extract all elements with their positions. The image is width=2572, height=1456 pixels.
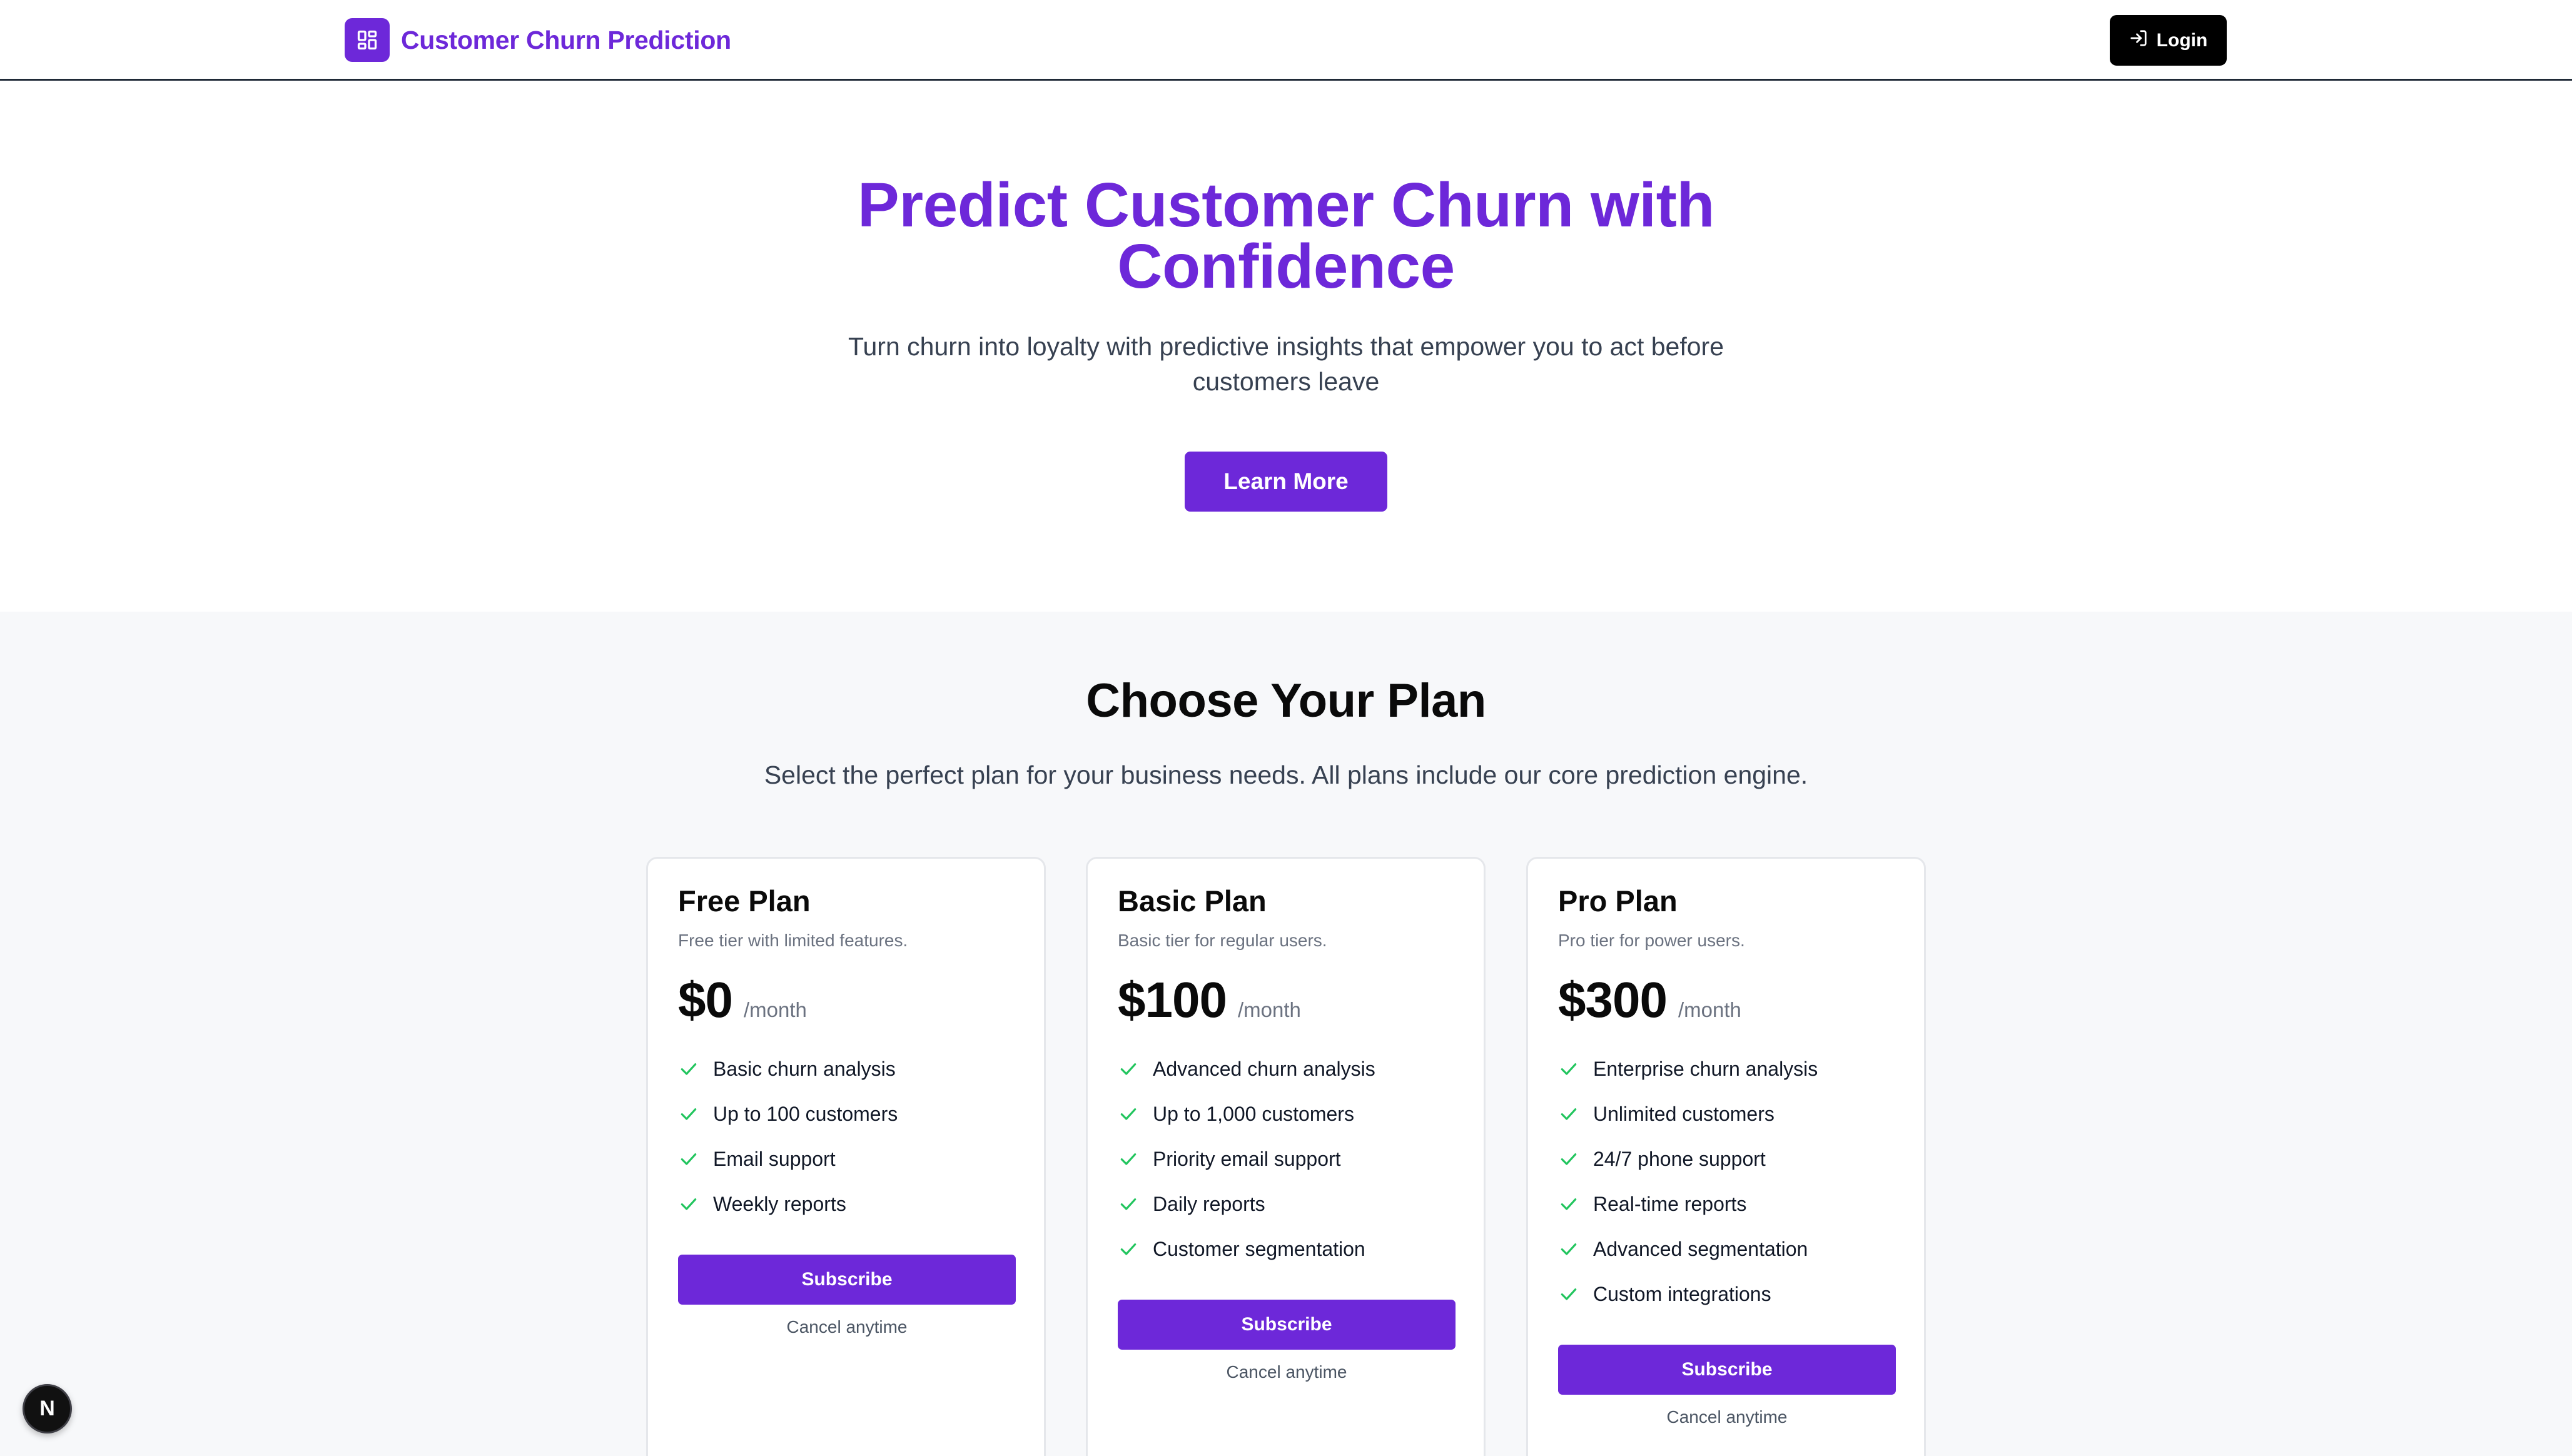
top-navbar: Customer Churn Prediction Login <box>0 0 2572 81</box>
plan-description: Basic tier for regular users. <box>1118 931 1327 950</box>
feature-label: Weekly reports <box>713 1192 846 1215</box>
plan-price: $300 <box>1558 972 1668 1028</box>
plan-period: /month <box>743 998 807 1021</box>
login-label: Login <box>2156 29 2208 51</box>
log-in-icon <box>2129 29 2148 53</box>
feature-label: Advanced churn analysis <box>1153 1057 1375 1080</box>
check-icon <box>678 1103 699 1125</box>
feature-item: Daily reports <box>1118 1181 1375 1226</box>
feature-item: Real-time reports <box>1558 1181 1818 1226</box>
plan-period: /month <box>1237 998 1301 1021</box>
feature-label: Up to 100 customers <box>713 1102 898 1125</box>
feature-label: Daily reports <box>1153 1192 1265 1215</box>
cancel-note: Cancel anytime <box>1226 1362 1347 1382</box>
feature-label: Priority email support <box>1153 1147 1341 1170</box>
feature-item: Basic churn analysis <box>678 1046 898 1091</box>
plan-name: Basic Plan <box>1118 884 1267 918</box>
plan-price: $100 <box>1118 972 1227 1028</box>
dashboard-grid-icon <box>345 18 390 62</box>
check-icon <box>678 1148 699 1170</box>
brand-title: Customer Churn Prediction <box>401 25 731 54</box>
feature-label: Unlimited customers <box>1593 1102 1775 1125</box>
feature-label: Customer segmentation <box>1153 1237 1365 1260</box>
badge-letter: N <box>39 1397 55 1420</box>
feature-item: Advanced churn analysis <box>1118 1046 1375 1091</box>
learn-more-button[interactable]: Learn More <box>1185 452 1387 512</box>
price-row: $100 /month <box>1118 971 1301 1029</box>
feature-label: Up to 1,000 customers <box>1153 1102 1354 1125</box>
cancel-note: Cancel anytime <box>786 1317 908 1337</box>
feature-item: Enterprise churn analysis <box>1558 1046 1818 1091</box>
feature-label: Enterprise churn analysis <box>1593 1057 1818 1080</box>
plan-name: Free Plan <box>678 884 811 918</box>
feature-item: Custom integrations <box>1558 1271 1818 1317</box>
pricing-section: Choose Your Plan Select the perfect plan… <box>0 612 2572 1456</box>
feature-item: Email support <box>678 1136 898 1181</box>
price-row: $0 /month <box>678 971 807 1029</box>
check-icon <box>1118 1148 1139 1170</box>
feature-list: Enterprise churn analysis Unlimited cust… <box>1558 1046 1818 1317</box>
brand[interactable]: Customer Churn Prediction <box>345 18 731 62</box>
feature-item: 24/7 phone support <box>1558 1136 1818 1181</box>
feature-label: Real-time reports <box>1593 1192 1747 1215</box>
plan-card-basic: Basic Plan Basic tier for regular users.… <box>1086 857 1486 1456</box>
plan-description: Pro tier for power users. <box>1558 931 1745 950</box>
hero-subtitle: Turn churn into loyalty with predictive … <box>848 332 1724 396</box>
check-icon <box>678 1058 699 1079</box>
plan-card-free: Free Plan Free tier with limited feature… <box>646 857 1046 1456</box>
feature-item: Priority email support <box>1118 1136 1375 1181</box>
feature-label: Advanced segmentation <box>1593 1237 1808 1260</box>
pricing-subtitle: Select the perfect plan for your busines… <box>764 761 1808 789</box>
plan-card-pro: Pro Plan Pro tier for power users. $300 … <box>1526 857 1926 1456</box>
subscribe-button[interactable]: Subscribe <box>1118 1300 1456 1350</box>
subscribe-button[interactable]: Subscribe <box>1558 1345 1896 1395</box>
feature-label: Email support <box>713 1147 836 1170</box>
check-icon <box>1558 1148 1579 1170</box>
check-icon <box>1558 1193 1579 1215</box>
feature-label: 24/7 phone support <box>1593 1147 1766 1170</box>
plan-price: $0 <box>678 972 733 1028</box>
check-icon <box>1118 1193 1139 1215</box>
feature-list: Advanced churn analysis Up to 1,000 cust… <box>1118 1046 1375 1271</box>
feature-item: Customer segmentation <box>1118 1226 1375 1271</box>
check-icon <box>1558 1238 1579 1260</box>
subscribe-button[interactable]: Subscribe <box>678 1255 1016 1305</box>
check-icon <box>678 1193 699 1215</box>
check-icon <box>1118 1058 1139 1079</box>
feature-list: Basic churn analysis Up to 100 customers… <box>678 1046 898 1226</box>
check-icon <box>1558 1283 1579 1305</box>
feature-item: Advanced segmentation <box>1558 1226 1818 1271</box>
plan-name: Pro Plan <box>1558 884 1678 918</box>
feature-item: Up to 100 customers <box>678 1091 898 1136</box>
cancel-note: Cancel anytime <box>1666 1407 1788 1427</box>
nextjs-logo-icon[interactable]: N <box>23 1384 72 1433</box>
check-icon <box>1558 1058 1579 1079</box>
check-icon <box>1118 1238 1139 1260</box>
price-row: $300 /month <box>1558 971 1741 1029</box>
feature-item: Up to 1,000 customers <box>1118 1091 1375 1136</box>
plan-description: Free tier with limited features. <box>678 931 908 950</box>
plan-period: /month <box>1678 998 1741 1021</box>
hero-section: Predict Customer Churn with Confidence T… <box>0 83 2572 612</box>
feature-label: Custom integrations <box>1593 1282 1771 1305</box>
check-icon <box>1558 1103 1579 1125</box>
hero-title: Predict Customer Churn with Confidence <box>858 170 1714 301</box>
check-icon <box>1118 1103 1139 1125</box>
feature-item: Weekly reports <box>678 1181 898 1226</box>
feature-item: Unlimited customers <box>1558 1091 1818 1136</box>
login-button[interactable]: Login <box>2110 15 2227 66</box>
feature-label: Basic churn analysis <box>713 1057 896 1080</box>
pricing-title: Choose Your Plan <box>1086 674 1486 727</box>
